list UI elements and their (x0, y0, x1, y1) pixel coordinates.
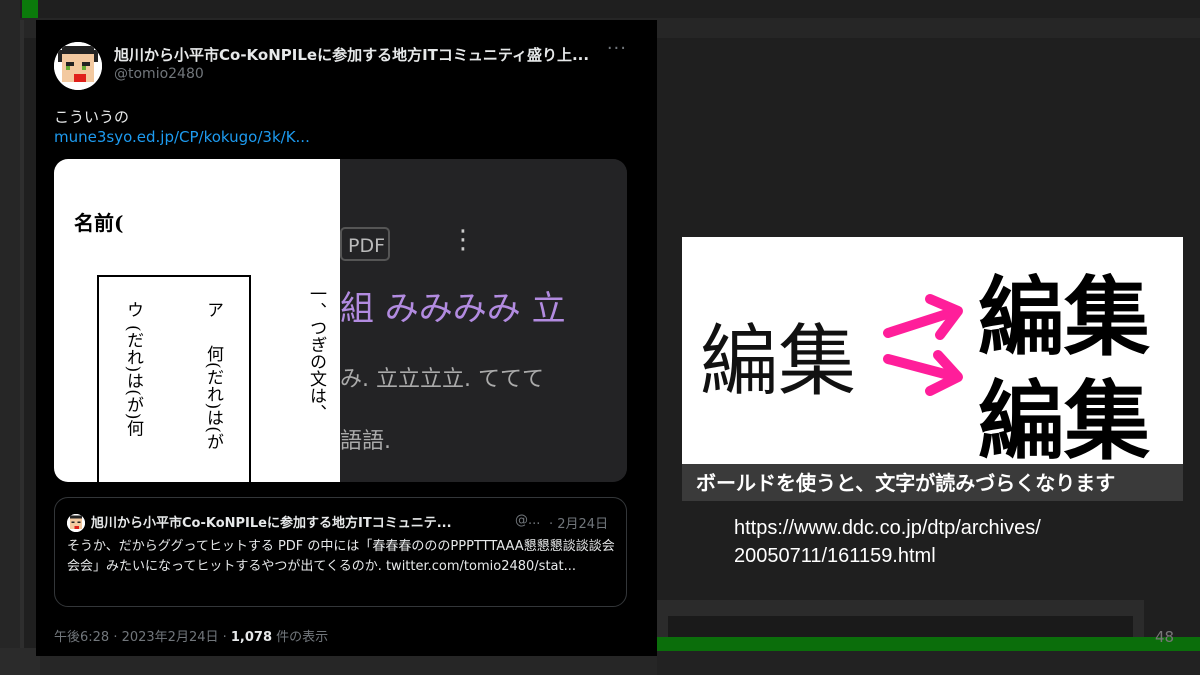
worksheet-name-label: 名前( (74, 211, 124, 235)
frame-green-accent-bottom (657, 637, 1200, 651)
quoted-display-name: 旭川から小平市Co-KoNPILeに参加する地方ITコミュニテ... (91, 516, 452, 531)
search-result-title: 組 みみみみ 立 (340, 289, 566, 329)
quoted-avatar (67, 514, 85, 532)
search-result-snippet: み. 立立立立. ててて (340, 367, 544, 392)
pdf-badge: PDF (340, 227, 390, 261)
tweet-text: こういうの (54, 108, 130, 126)
frame-corner-block (0, 648, 40, 675)
worksheet-question: 一、つぎの文は、 (306, 285, 326, 421)
source-url[interactable]: https://www.ddc.co.jp/dtp/archives/ 2005… (734, 514, 1041, 570)
frame-bottom-left-strip (40, 656, 657, 675)
worksheet-column-u: (だれ)は(が)何 (123, 325, 143, 437)
view-count: 1,078 (230, 630, 273, 645)
pixel-face-icon (67, 514, 85, 532)
worksheet-circle-mark: ウ (123, 301, 143, 318)
tweet-timestamp[interactable]: 午後6:28 · 2023年2月24日 · (54, 630, 231, 645)
worksheet-page: 名前( ア 何(だれ)は(が ウ (だれ)は(が)何 一、つぎの文は、 (54, 159, 340, 482)
figure-caption: ボールドを使うと、文字が読みづらくなります (682, 462, 1183, 501)
frame-green-accent-top (22, 0, 38, 18)
display-name[interactable]: 旭川から小平市Co-KoNPILeに参加する地方ITコミュニティ盛り上... (114, 44, 589, 65)
quoted-handle: @... (515, 513, 541, 528)
pixel-face-icon (54, 42, 102, 90)
frame-bottom-strip (657, 651, 1200, 675)
worksheet-circle-mark: ア (203, 301, 223, 318)
quoted-text: そうか、だからググってヒットする PDF の中には「春春春のののPPPTTTAA… (67, 539, 615, 574)
bold-comparison-image: 編集 編集 編集 ボールドを使うと、文字が読みづらくなります (682, 237, 1183, 501)
frame-left-line (20, 20, 24, 675)
search-result-snippet: 語語. (340, 429, 391, 454)
pink-arrows-icon (883, 294, 963, 396)
frame-left-bar (0, 0, 20, 675)
avatar[interactable] (54, 42, 102, 90)
kebab-menu-icon: ⋮ (450, 225, 476, 255)
worksheet-box (97, 275, 251, 482)
tweet-link[interactable]: mune3syo.ed.jp/CP/kokugo/3k/K... (54, 128, 310, 146)
bold-text-bottom: 編集 (978, 372, 1150, 472)
tweet-media-image[interactable]: 名前( ア 何(だれ)は(が ウ (だれ)は(が)何 一、つぎの文は、 PDF … (54, 159, 627, 482)
worksheet-column-a: 何(だれ)は(が (203, 345, 223, 450)
tweet-meta: 午後6:28 · 2023年2月24日 · 1,078 件の表示 (54, 626, 328, 645)
page-number: 48 (1155, 628, 1175, 646)
source-url-line1: https://www.ddc.co.jp/dtp/archives/ (734, 517, 1041, 539)
quoted-tweet[interactable]: 旭川から小平市Co-KoNPILeに参加する地方ITコミュニテ... @... … (54, 497, 627, 607)
view-label: 件の表示 (272, 630, 329, 645)
user-handle[interactable]: @tomio2480 (114, 66, 204, 82)
tweet-card[interactable]: 旭川から小平市Co-KoNPILeに参加する地方ITコミュニティ盛り上... @… (36, 20, 657, 656)
search-result-panel: PDF ⋮ 組 みみみみ 立 み. 立立立立. ててて 語語. (340, 159, 627, 482)
regular-weight-text: 編集 (700, 317, 857, 407)
more-horizontal-icon[interactable]: ··· (607, 38, 627, 59)
quoted-date: · 2月24日 (549, 517, 609, 532)
source-url-line2: 20050711/161159.html (734, 545, 936, 567)
